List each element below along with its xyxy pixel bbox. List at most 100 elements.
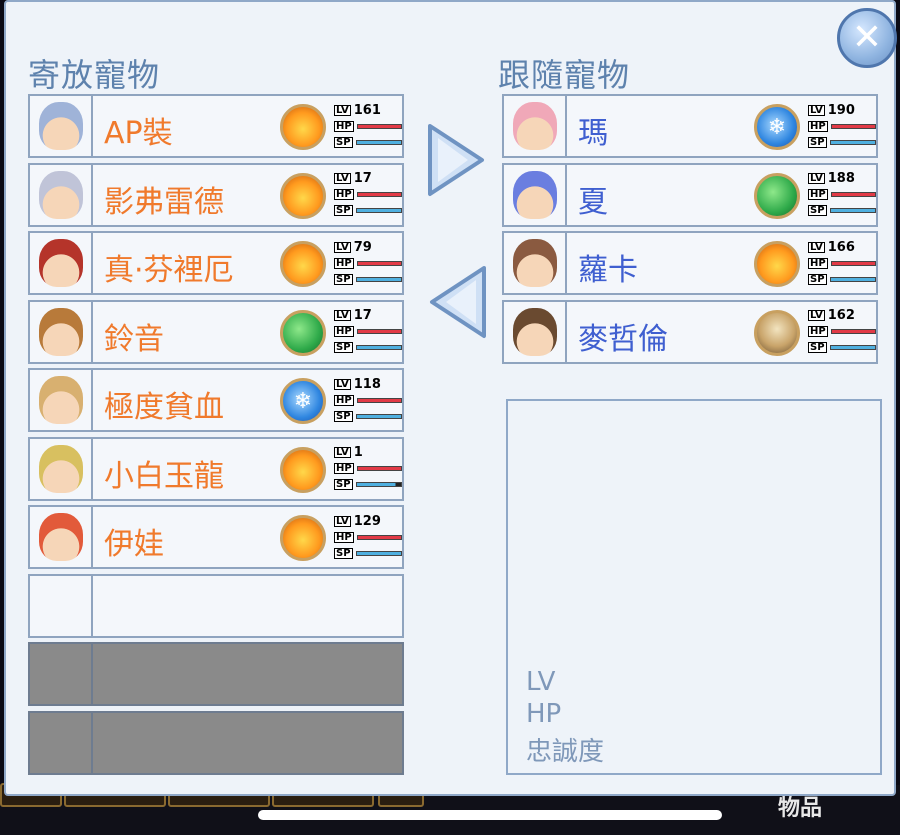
pet-stats: LV 17 HP SP [334, 308, 402, 356]
pet-portrait [30, 370, 93, 430]
lv-tag: LV [334, 378, 351, 390]
home-indicator[interactable] [258, 810, 722, 820]
wind-element-icon [754, 172, 800, 219]
pet-name: 蘿卡 [578, 253, 638, 288]
blonde-girl-portrait-icon [38, 376, 83, 424]
pet-portrait [504, 164, 567, 225]
follow-pet-slot[interactable]: 蘿卡 LV 166 HP SP [502, 231, 878, 295]
detail-loyalty-label: 忠誠度 [526, 737, 605, 767]
sp-tag: SP [334, 342, 353, 353]
lv-tag: LV [808, 310, 825, 321]
pet-storage-dialog: 寄放寵物 跟隨寵物 AP裝 LV 161 HP SP 影弗雷德 LV 17 HP SP 真·芬裡厄 L… [4, 0, 897, 796]
pet-stats: LV 161 HP SP [334, 102, 402, 150]
empty-portrait [30, 712, 93, 773]
storage-pet-slot[interactable] [28, 573, 404, 638]
pet-level: 1 [353, 445, 363, 460]
sp-tag: SP [334, 136, 353, 148]
pet-stats: LV 188 HP SP [808, 171, 876, 219]
pet-stats: LV 166 HP SP [808, 239, 876, 287]
detail-lv-label: LV [526, 667, 556, 697]
pet-stats: LV 1 HP SP [334, 445, 402, 493]
pet-level: 17 [353, 308, 372, 323]
pet-portrait [30, 438, 93, 499]
pet-detail-panel: LV HP 忠誠度 [506, 399, 882, 775]
lv-tag: LV [808, 104, 825, 116]
fire-element-icon [280, 515, 326, 561]
pet-portrait [30, 164, 93, 225]
pet-portrait [30, 301, 93, 362]
headband-boy-portrait-icon [512, 239, 557, 287]
hp-bar [356, 123, 402, 129]
sp-tag: SP [808, 273, 827, 285]
hp-tag: HP [808, 257, 828, 269]
sp-bar [355, 208, 402, 213]
sp-bar [829, 276, 876, 282]
storage-pet-slot[interactable]: 真·芬裡厄 LV 79 HP SP [28, 231, 404, 295]
hp-tag: HP [334, 189, 354, 200]
pet-level: 118 [353, 376, 381, 392]
follow-pet-slot[interactable]: 麥哲倫 LV 162 HP SP [502, 299, 878, 364]
move-left-arrow-icon[interactable] [426, 264, 490, 340]
pet-name: 極度貧血 [104, 390, 224, 425]
hp-bar [356, 329, 402, 334]
pet-portrait [504, 96, 567, 156]
pet-name: 夏 [578, 184, 608, 220]
storage-locked-slot [28, 710, 404, 775]
hp-bar [356, 466, 402, 471]
hp-tag: HP [334, 463, 354, 474]
hp-tag: HP [334, 326, 354, 337]
hp-tag: HP [808, 120, 828, 132]
brown-hair-girl-portrait-icon [38, 307, 83, 356]
pet-level: 79 [353, 239, 372, 255]
pet-name: 鈴音 [104, 321, 164, 357]
pet-stats: LV 162 HP SP [808, 308, 876, 356]
golden-dragon-portrait-icon [38, 444, 83, 493]
red-hair-girl-portrait-icon [38, 513, 83, 561]
close-icon: ✕ [851, 17, 883, 58]
hp-tag: HP [808, 189, 828, 200]
lv-tag: LV [334, 310, 351, 321]
storage-pet-slot[interactable]: 鈴音 LV 17 HP SP [28, 299, 404, 364]
storage-pet-slot[interactable]: 極度貧血 ❄ LV 118 HP SP [28, 368, 404, 432]
pet-name: 伊娃 [104, 527, 164, 562]
lv-tag: LV [808, 241, 825, 253]
sp-bar [829, 139, 876, 145]
pet-stats: LV 79 HP SP [334, 239, 402, 287]
pet-name: 小白玉龍 [104, 458, 224, 494]
follow-pet-slot[interactable]: 瑪 ❄ LV 190 HP SP [502, 94, 878, 158]
fire-element-icon [280, 104, 326, 150]
sp-bar [355, 139, 402, 145]
storage-pet-slot[interactable]: 影弗雷德 LV 17 HP SP [28, 162, 404, 227]
follow-pet-slot[interactable]: 夏 LV 188 HP SP [502, 162, 878, 227]
sp-tag: SP [808, 136, 827, 148]
empty-portrait [30, 575, 93, 636]
silver-hair-elf-portrait-icon [38, 170, 83, 219]
pet-name: 真·芬裡厄 [104, 253, 234, 288]
fire-element-icon [280, 446, 326, 493]
storage-pet-slot[interactable]: 伊娃 LV 129 HP SP [28, 505, 404, 569]
sp-bar [355, 345, 402, 350]
hp-tag: HP [334, 531, 354, 543]
pet-level: 190 [827, 102, 855, 118]
hp-bar [830, 192, 876, 197]
storage-pet-slot[interactable]: 小白玉龍 LV 1 HP SP [28, 436, 404, 501]
storage-title: 寄放寵物 [28, 56, 161, 94]
sp-tag: SP [334, 479, 353, 490]
hp-bar [356, 192, 402, 197]
water-element-icon: ❄ [280, 378, 326, 424]
move-right-arrow-icon[interactable] [424, 122, 488, 198]
hat-man-portrait-icon [512, 307, 557, 356]
red-wolf-portrait-icon [38, 239, 83, 287]
close-button[interactable]: ✕ [837, 8, 897, 68]
empty-portrait [30, 644, 93, 704]
pink-hair-girl-portrait-icon [512, 102, 557, 150]
storage-pet-slot[interactable]: AP裝 LV 161 HP SP [28, 94, 404, 158]
pet-level: 162 [827, 308, 855, 323]
hp-bar [356, 397, 402, 403]
pet-stats: LV 190 HP SP [808, 102, 876, 150]
storage-locked-slot [28, 642, 404, 706]
hp-bar [356, 534, 402, 540]
pet-stats: LV 129 HP SP [334, 513, 402, 561]
pet-level: 129 [353, 513, 381, 529]
lv-tag: LV [808, 173, 825, 184]
